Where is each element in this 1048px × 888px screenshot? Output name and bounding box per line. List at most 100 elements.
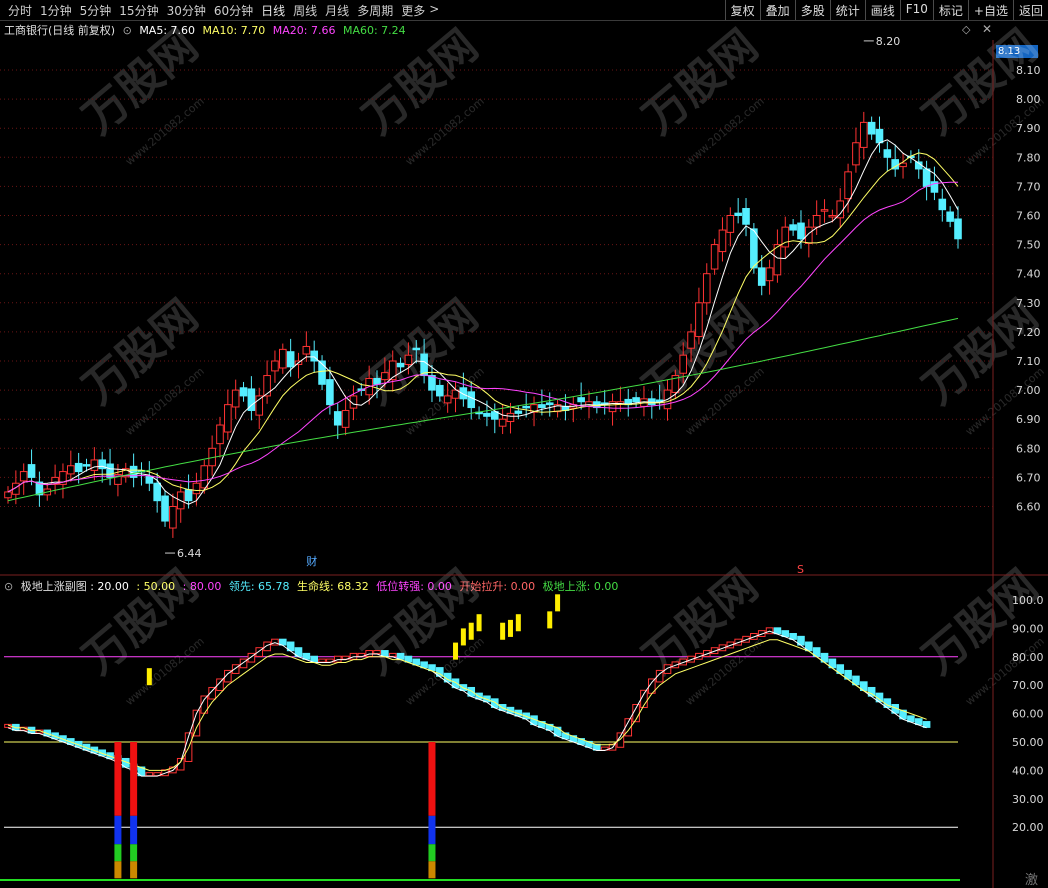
candle-up	[852, 142, 860, 166]
candle-up	[67, 465, 75, 475]
candle-down	[938, 198, 947, 211]
candle-up	[687, 331, 695, 349]
candle-down	[514, 410, 523, 414]
candle-down	[27, 464, 36, 478]
rise-signal-bar	[547, 611, 553, 629]
candle-up	[443, 395, 452, 404]
candle-up	[828, 215, 837, 218]
candle-down	[742, 208, 750, 225]
rise-signal-bar	[453, 642, 459, 660]
candle-up	[695, 302, 703, 338]
candle-down	[922, 168, 931, 187]
signal-orange	[428, 861, 436, 879]
candle-up	[765, 267, 774, 282]
watermark-text: 万股网	[74, 560, 208, 684]
watermark-text: 万股网	[354, 20, 488, 144]
candle-up	[19, 471, 28, 482]
candle-down	[757, 267, 766, 286]
candle-up	[812, 215, 821, 228]
candle-up	[844, 171, 852, 200]
indicator-tick-label: 100.0	[1012, 594, 1044, 607]
price-tick-label: 6.70	[1016, 471, 1041, 484]
lead-bar-up	[373, 650, 381, 655]
price-tick-label: 7.70	[1016, 180, 1041, 193]
signal-blue	[114, 815, 122, 845]
candle-down	[333, 411, 342, 426]
candle-up	[718, 229, 727, 253]
rise-signal-bar	[476, 614, 482, 632]
lead-bar-up	[388, 652, 397, 657]
candle-up	[820, 209, 829, 212]
candle-up	[341, 409, 350, 428]
high-price-label: 8.20	[876, 35, 901, 48]
lead-bar-up	[365, 650, 373, 657]
candle-down	[436, 384, 444, 397]
candle-down	[867, 121, 876, 135]
candle-down	[286, 351, 295, 368]
candle-down	[106, 463, 114, 478]
candle-down	[396, 362, 405, 368]
candle-up	[200, 465, 209, 489]
signal-green	[130, 844, 138, 862]
candle-up	[263, 375, 271, 397]
candle-down	[875, 128, 884, 144]
candle-down	[954, 218, 962, 240]
indicator-tick-label: 60.00	[1012, 708, 1044, 721]
candle-up	[710, 244, 719, 270]
chart-canvas[interactable]: 万股网www.201082.com 万股网www.201082.com 万股网www…	[0, 0, 1048, 888]
price-tick-label: 7.00	[1016, 384, 1041, 397]
event-s-marker: S	[797, 563, 804, 576]
candle-down	[883, 149, 892, 158]
signal-red	[428, 742, 436, 816]
lead-bar-up	[663, 664, 672, 674]
candle-down	[734, 212, 742, 216]
event-cai-marker: 财	[306, 554, 317, 568]
candle-up	[404, 354, 413, 365]
candle-up	[702, 273, 711, 304]
candle-up	[859, 121, 868, 148]
candle-down	[632, 397, 640, 403]
signal-orange	[130, 861, 138, 879]
rise-signal-bar	[146, 668, 152, 686]
price-tick-label: 6.80	[1016, 442, 1041, 455]
candle-down	[373, 377, 381, 385]
lead-bar-up	[263, 641, 271, 652]
rise-signal-bar	[500, 622, 506, 640]
signal-orange	[114, 861, 122, 879]
indicator-tick-label: 50.00	[1012, 736, 1044, 749]
price-tick-label: 7.80	[1016, 151, 1041, 164]
candle-up	[278, 348, 287, 369]
candle-down	[483, 412, 491, 417]
candle-down	[797, 222, 805, 240]
price-axis: 8.10 8.00 7.90 7.80 7.70 7.60 7.50 7.40 7.30 7.20…	[1016, 64, 1041, 514]
price-tick-label: 6.60	[1016, 501, 1041, 514]
watermark-text: 万股网	[74, 20, 208, 144]
corner-mark: 激	[1025, 873, 1038, 888]
price-tick-label: 6.90	[1016, 413, 1041, 426]
watermark-text: 万股网	[634, 20, 768, 144]
candle-up	[224, 404, 232, 433]
candle-up	[216, 424, 224, 445]
signal-green	[114, 844, 122, 862]
candle-up	[169, 506, 177, 529]
signal-green	[428, 844, 436, 862]
candle-down	[428, 375, 436, 391]
price-tick-label: 8.00	[1016, 93, 1041, 106]
price-tick-label: 8.10	[1016, 64, 1041, 77]
candle-down	[522, 405, 530, 409]
rise-signal-bar	[460, 628, 466, 646]
candle-down	[184, 489, 193, 502]
candle-up	[302, 345, 311, 355]
candle-down	[161, 495, 169, 522]
candle-up	[836, 200, 845, 219]
price-tick-label: 7.60	[1016, 210, 1041, 223]
signal-red	[114, 742, 122, 816]
indicator-axis: 100.0 90.00 80.00 70.00 60.00 50.00 40.00 30.00…	[1012, 594, 1044, 834]
lead-bar-up	[318, 658, 326, 663]
price-tick-label: 7.10	[1016, 355, 1041, 368]
candle-down	[82, 464, 91, 467]
candle-up	[4, 491, 12, 499]
candle-down	[789, 224, 797, 231]
candle-up	[381, 372, 389, 381]
candle-down	[74, 462, 83, 473]
